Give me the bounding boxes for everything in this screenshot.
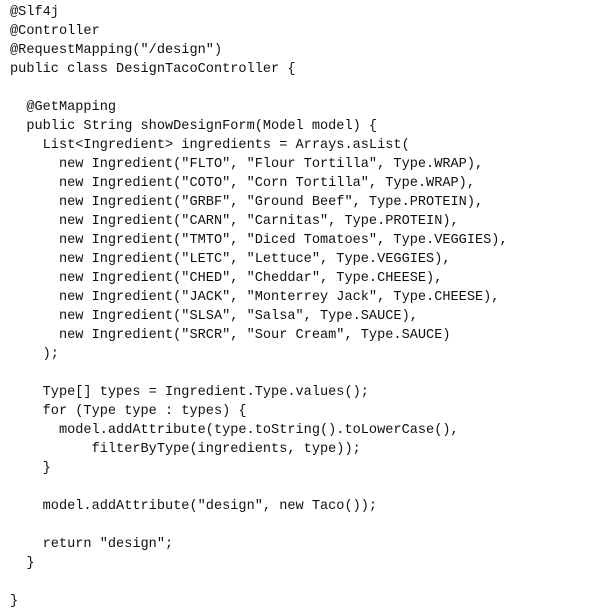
code-line: return "design"; [10,537,174,552]
code-line: } [10,594,19,609]
code-line: @RequestMapping("/design") [10,43,223,58]
code-line: @Slf4j [10,5,59,20]
code-line: @Controller [10,24,100,39]
code-line: model.addAttribute("design", new Taco())… [10,499,378,514]
code-line: new Ingredient("COTO", "Corn Tortilla", … [10,176,475,191]
code-line: for (Type type : types) { [10,404,247,419]
code-line: } [10,556,35,571]
code-line: new Ingredient("LETC", "Lettuce", Type.V… [10,252,451,267]
code-line: } [10,461,51,476]
code-line: filterByType(ingredients, type)); [10,442,361,457]
code-line: new Ingredient("GRBF", "Ground Beef", Ty… [10,195,484,210]
java-source-code[interactable]: @Slf4j @Controller @RequestMapping("/desig… [0,0,591,611]
code-line: Type[] types = Ingredient.Type.values(); [10,385,369,400]
code-line: new Ingredient("TMTO", "Diced Tomatoes",… [10,233,508,248]
code-line: new Ingredient("JACK", "Monterrey Jack",… [10,290,500,305]
code-line: new Ingredient("SRCR", "Sour Cream", Typ… [10,328,451,343]
code-line: new Ingredient("CHED", "Cheddar", Type.C… [10,271,443,286]
code-line: List<Ingredient> ingredients = Arrays.as… [10,138,410,153]
code-line: new Ingredient("CARN", "Carnitas", Type.… [10,214,459,229]
code-line: model.addAttribute(type.toString().toLow… [10,423,459,438]
code-line: new Ingredient("SLSA", "Salsa", Type.SAU… [10,309,418,324]
code-line: new Ingredient("FLTO", "Flour Tortilla",… [10,157,484,172]
code-line: public class DesignTacoController { [10,62,296,77]
code-listing-panel: @Slf4j @Controller @RequestMapping("/desig… [0,0,591,609]
code-line: public String showDesignForm(Model model… [10,119,378,134]
code-line: @GetMapping [10,100,117,115]
code-line: ); [10,347,59,362]
